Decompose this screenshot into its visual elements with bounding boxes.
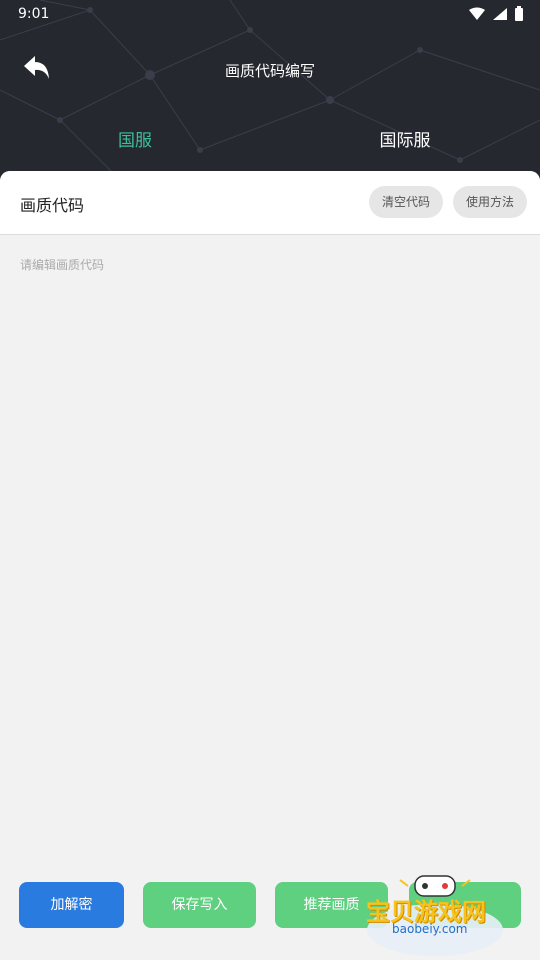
tab-global-server[interactable]: 国际服 [270,126,540,151]
status-bar: 9:01 [0,0,540,32]
card-header: 画质代码 清空代码 使用方法 [0,171,540,235]
save-write-button[interactable]: 保存写入 [143,882,256,928]
card-title: 画质代码 [20,196,85,215]
page-title: 画质代码编写 [224,62,315,80]
header-bar: 9:01 画质代码编写 国服 国际服 [0,0,540,180]
wifi-icon [469,7,485,20]
status-time: 9:01 [18,6,50,22]
usage-help-button[interactable]: 使用方法 [453,186,527,218]
signal-icon [493,8,507,20]
code-editor[interactable] [0,236,540,876]
tab-cn-server[interactable]: 国服 [0,126,270,151]
code-card: 画质代码 清空代码 使用方法 [0,171,540,960]
watermark-logo: 宝贝游戏网 baobeiy.com [360,870,510,960]
clear-code-button[interactable]: 清空代码 [369,186,443,218]
battery-icon [515,6,523,21]
status-icons [468,6,524,22]
decrypt-button[interactable]: 加解密 [19,882,124,928]
watermark-url: baobeiy.com [392,922,468,936]
